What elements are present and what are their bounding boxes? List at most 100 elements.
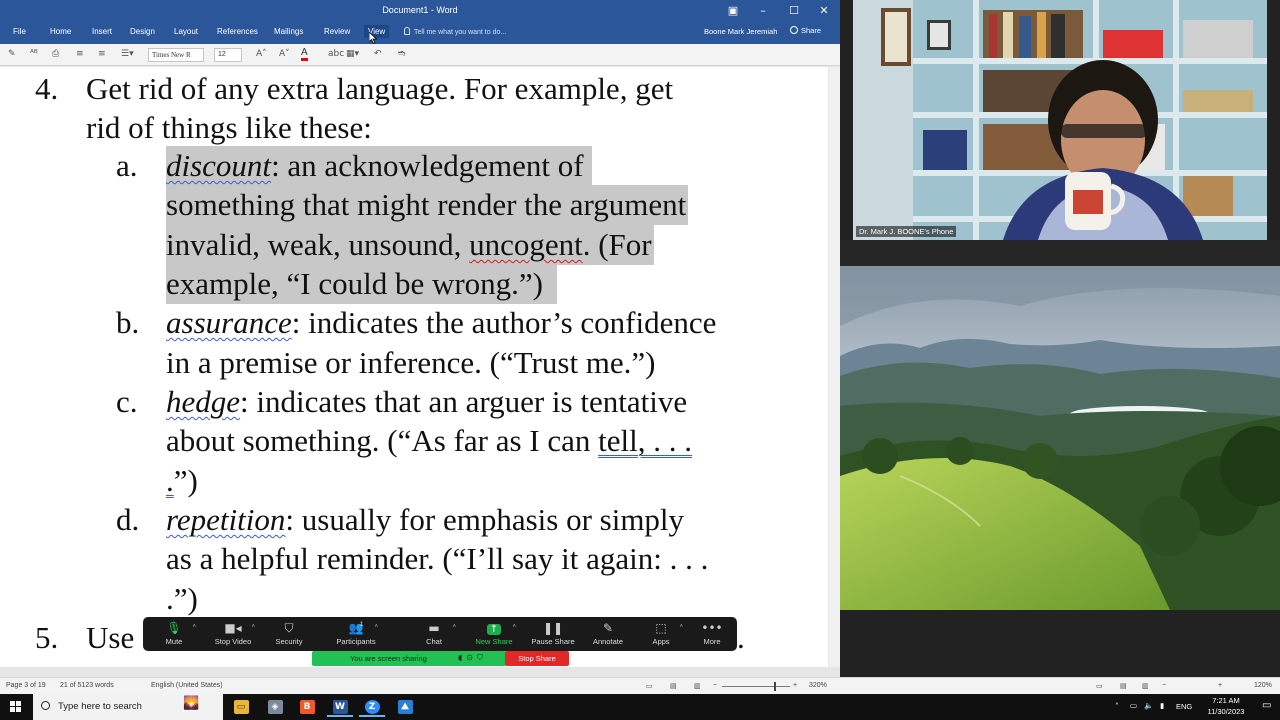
read-mode-icon[interactable]: ▭ (1096, 682, 1103, 690)
clock-time[interactable]: 7:21 AM (1202, 696, 1250, 705)
chevron-up-icon[interactable]: ˄ (452, 624, 456, 630)
document-area: 4. Get rid of any extra language. For ex… (0, 67, 840, 667)
more-label: More (703, 637, 721, 646)
read-mode-icon[interactable]: ▭ (646, 682, 653, 690)
word-window: Document1 - Word ▣ – ☐ ✕ File Home Inser… (0, 0, 840, 694)
pause-share-button[interactable]: ❚❚ Pause Share (525, 620, 581, 646)
zoom-app-icon[interactable]: Z (359, 697, 385, 717)
close-icon[interactable]: ✕ (813, 3, 835, 19)
zoom-in-icon[interactable]: + (1218, 682, 1222, 689)
chat-button[interactable]: ▬ ˄ Chat (406, 620, 462, 646)
language-indicator[interactable]: ENG (1176, 702, 1192, 711)
notification-icon[interactable]: ▭ (1262, 700, 1271, 711)
page-count[interactable]: Page 3 of 19 (6, 682, 46, 689)
item-b-label: b. (116, 305, 140, 340)
chevron-up-icon[interactable]: ˄ (251, 624, 255, 630)
tab-review[interactable]: Review (324, 27, 350, 36)
zoom-slider[interactable] (722, 686, 790, 687)
language-indicator[interactable]: English (United States) (151, 682, 223, 689)
battery-icon[interactable]: ▮ (1160, 701, 1164, 710)
tab-home[interactable]: Home (50, 27, 71, 36)
windows-logo-icon (10, 707, 15, 712)
tab-mailings[interactable]: Mailings (274, 27, 303, 36)
grow-font-icon[interactable]: A˄ (256, 49, 267, 59)
search-highlight-icon[interactable]: 🌄 (183, 696, 199, 711)
spelling-icon[interactable]: ᴬᴮ (30, 49, 38, 59)
apps-label: Apps (652, 637, 670, 646)
stop-share-button[interactable]: Stop Share (505, 651, 569, 666)
participants-button[interactable]: 👥 1 ˄ Participants (328, 620, 384, 646)
web-layout-icon[interactable]: ▥ (1142, 682, 1149, 690)
pdf-app-icon[interactable]: ⛰ (392, 697, 418, 717)
brave-browser-icon[interactable]: B (294, 697, 320, 717)
font-color-icon[interactable]: A (301, 47, 308, 61)
word-count[interactable]: 21 of 5123 words (60, 682, 114, 689)
participant-video[interactable]: Dr. Mark J. BOONE's Phone (853, 0, 1267, 240)
redo-icon[interactable]: ➬ (398, 49, 406, 59)
align-right-icon[interactable]: ≡ (98, 49, 106, 59)
tell-me-search[interactable]: Tell me what you want to do... (404, 27, 506, 36)
word-app-icon[interactable]: W (327, 697, 353, 717)
tab-design[interactable]: Design (130, 27, 155, 36)
zoom-level[interactable]: 320% (809, 682, 827, 689)
chevron-up-icon[interactable]: ˄ (192, 624, 196, 630)
chevron-up-icon[interactable]: ˄ (1115, 702, 1119, 711)
volume-icon[interactable]: 🔈 (1144, 701, 1153, 710)
font-name-select[interactable]: Times New R (148, 48, 204, 62)
print-layout-icon[interactable]: ▤ (670, 682, 677, 690)
new-share-button[interactable]: ↑ ˄ New Share (466, 620, 522, 646)
screen-sharing-indicator[interactable]: You are screen sharing ◖⊙⛉ (312, 651, 506, 666)
print-layout-icon[interactable]: ▤ (1120, 682, 1127, 690)
vertical-scrollbar[interactable] (829, 67, 840, 667)
start-button[interactable] (0, 694, 32, 720)
tab-layout[interactable]: Layout (174, 27, 198, 36)
shrink-font-icon[interactable]: A˅ (279, 49, 290, 59)
term-hedge: hedge (166, 384, 241, 419)
annotate-button[interactable]: ✎ Annotate (580, 620, 636, 646)
share-button[interactable]: Share (790, 26, 821, 35)
document-page[interactable]: 4. Get rid of any extra language. For ex… (0, 67, 828, 667)
bullets-icon[interactable]: ☰▾ (121, 49, 134, 59)
maximize-icon[interactable]: ☐ (783, 3, 805, 19)
right-zoom-level[interactable]: 120% (1254, 682, 1272, 689)
strikethrough-icon[interactable]: abc (328, 49, 344, 59)
user-name[interactable]: Boone Mark Jeremiah (704, 27, 777, 36)
network-icon[interactable]: ▭ (1130, 701, 1137, 710)
security-button[interactable]: ⛉ Security (261, 620, 317, 646)
chevron-up-icon[interactable]: ˄ (374, 624, 378, 630)
item-a-line-3: invalid, weak, unsound, uncogent. (For (166, 225, 654, 265)
chevron-up-icon[interactable]: ˄ (679, 624, 683, 630)
zoom-out-icon[interactable]: − (1162, 682, 1166, 689)
web-layout-icon[interactable]: ▥ (694, 682, 701, 690)
tab-insert[interactable]: Insert (92, 27, 112, 36)
taskbar-search[interactable]: Type here to search 🌄 (33, 694, 223, 720)
office-bookshelf-background (853, 0, 1267, 240)
chevron-up-icon[interactable]: ˄ (512, 624, 516, 630)
windows-logo-icon (16, 701, 21, 706)
ribbon-display-options-icon[interactable]: ▣ (722, 3, 744, 19)
tab-file[interactable]: File (13, 27, 26, 36)
photos-icon[interactable]: ◈ (262, 697, 288, 717)
tab-references[interactable]: References (217, 27, 258, 36)
zoom-in-icon[interactable]: + (793, 682, 797, 689)
stop-video-button[interactable]: ■◂ ˄ Stop Video (205, 620, 261, 646)
more-button[interactable]: ••• More (684, 620, 740, 646)
system-tray: ˄ ▭ 🔈 ▮ ENG 7:21 AM 11/30/2023 ▭ (1110, 694, 1280, 720)
clock-date[interactable]: 11/30/2023 (1202, 707, 1250, 716)
print-icon[interactable]: ⎙ (52, 49, 59, 59)
format-painter-icon[interactable]: ✎ (8, 49, 16, 59)
zoom-out-icon[interactable]: − (713, 682, 717, 689)
panel-divider (840, 240, 1280, 266)
file-explorer-icon[interactable]: ▭ (228, 697, 254, 717)
item-a-line-1-text: : an acknowledgement of (271, 148, 584, 183)
window-title: Document1 - Word (382, 5, 458, 15)
table-icon[interactable]: ▦▾ (346, 49, 359, 59)
apps-button[interactable]: ⬚ ˄ Apps (633, 620, 689, 646)
align-center-icon[interactable]: ≡ (76, 49, 84, 59)
mute-button[interactable]: 🎙 ˄ Mute (146, 620, 202, 646)
minimize-icon[interactable]: – (752, 3, 774, 19)
sharing-controls-icon[interactable]: ◖⊙⛉ (458, 653, 487, 663)
zoom-slider-thumb[interactable] (774, 682, 776, 691)
undo-icon[interactable]: ↶ (374, 49, 382, 59)
font-size-select[interactable]: 12 (214, 48, 242, 62)
